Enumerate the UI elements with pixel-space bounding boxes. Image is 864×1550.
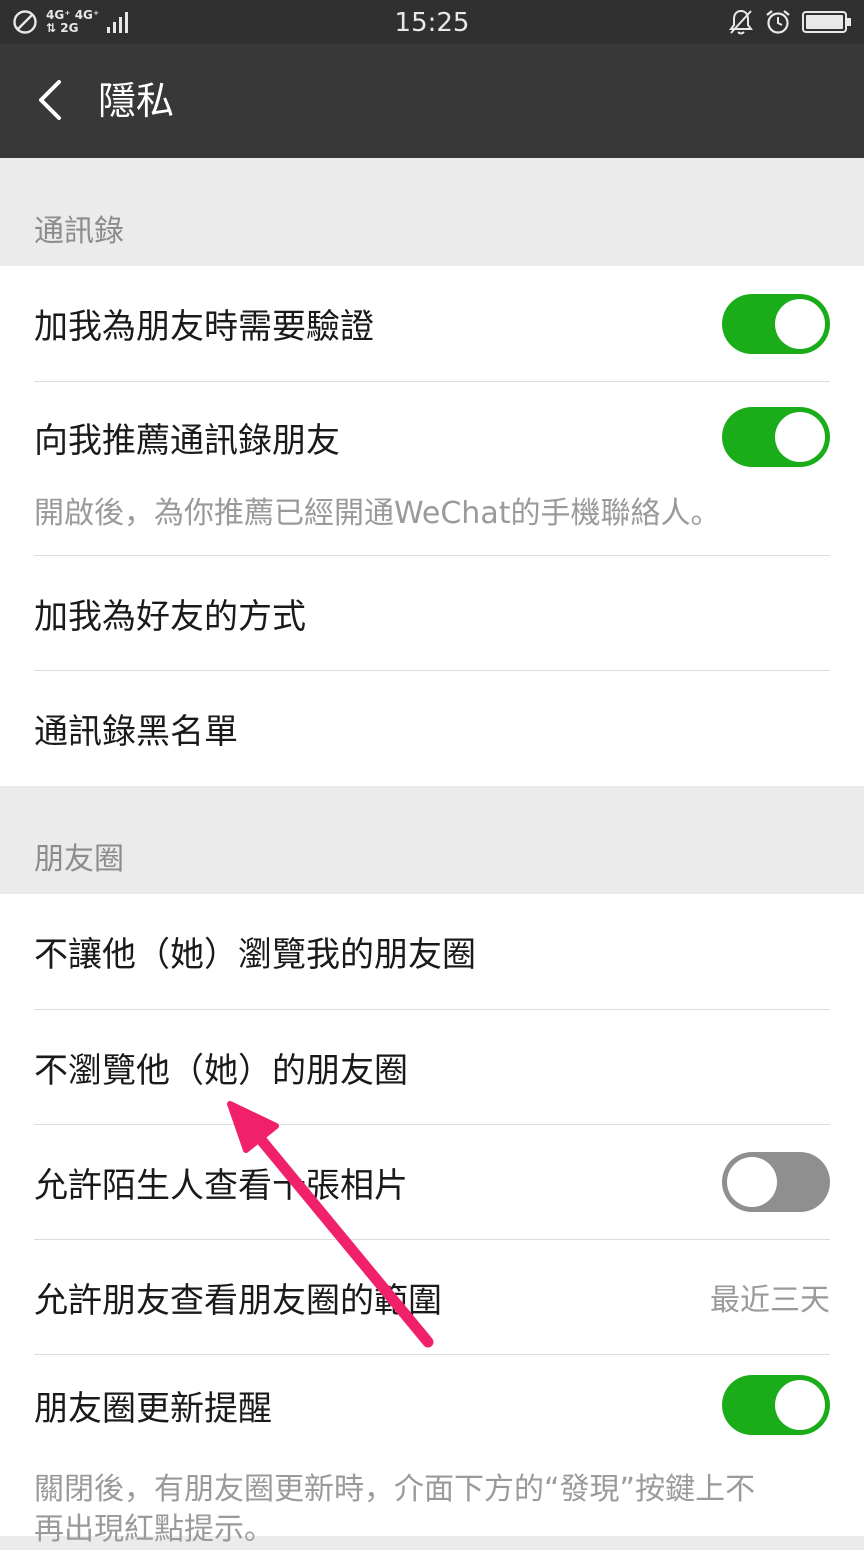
toggle-knob [775, 412, 825, 462]
recommend-contacts-toggle[interactable] [722, 407, 830, 467]
moments-visible-range-label: 允許朋友查看朋友圈的範圍 [34, 1280, 442, 1321]
status-right-icons [728, 6, 852, 38]
hide-their-moments-row[interactable]: 不瀏覽他（她）的朋友圈 [34, 1010, 830, 1124]
section-header-contacts: 通訊錄 [34, 214, 124, 249]
recommend-contacts-hint: 開啟後，為你推薦已經開通WeChat的手機聯絡人。 [34, 496, 721, 531]
alarm-clock-icon [766, 10, 790, 34]
require-verification-toggle[interactable] [722, 293, 830, 354]
add-me-methods-row[interactable]: 加我為好友的方式 [34, 556, 830, 670]
hide-my-moments-row[interactable]: 不讓他（她）瀏覽我的朋友圈 [34, 894, 830, 1009]
hide-my-moments-label: 不讓他（她）瀏覽我的朋友圈 [34, 935, 476, 975]
moments-visible-range-value: 最近三天 [710, 1283, 830, 1318]
moments-update-reminder-row[interactable]: 朋友圈更新提醒 [34, 1355, 830, 1455]
status-bar: 4G⁺ 4G⁺ ⇅ 2G 15:25 [0, 0, 864, 44]
stranger-ten-photos-toggle[interactable] [722, 1152, 830, 1212]
muted-bell-icon [729, 9, 753, 35]
add-me-methods-label: 加我為好友的方式 [34, 596, 306, 637]
page-title: 隱私 [98, 79, 175, 123]
moments-visible-range-row[interactable]: 允許朋友查看朋友圈的範圍 最近三天 [34, 1240, 830, 1354]
contacts-blacklist-row[interactable]: 通訊錄黑名單 [34, 671, 830, 786]
moments-update-hint-line2: 再出現紅點提示。 [34, 1512, 274, 1547]
moments-update-reminder-toggle[interactable] [722, 1375, 830, 1435]
require-verification-row[interactable]: 加我為朋友時需要驗證 [34, 266, 830, 381]
contacts-blacklist-label: 通訊錄黑名單 [34, 712, 238, 752]
contacts-settings-group: 加我為朋友時需要驗證 向我推薦通訊錄朋友 開啟後，為你推薦已經開通WeChat的… [0, 266, 864, 786]
back-button[interactable] [20, 70, 80, 130]
hide-their-moments-label: 不瀏覽他（她）的朋友圈 [34, 1050, 408, 1091]
stranger-ten-photos-label: 允許陌生人查看十張相片 [34, 1165, 408, 1206]
recommend-contacts-row[interactable]: 向我推薦通訊錄朋友 [34, 382, 830, 492]
moments-settings-group: 不讓他（她）瀏覽我的朋友圈 不瀏覽他（她）的朋友圈 允許陌生人查看十張相片 允許… [0, 894, 864, 1547]
section-header-moments: 朋友圈 [34, 842, 124, 877]
battery-icon [802, 11, 851, 33]
toggle-knob [775, 1380, 825, 1430]
toggle-knob [775, 298, 825, 349]
moments-update-reminder-label: 朋友圈更新提醒 [34, 1388, 272, 1429]
stranger-ten-photos-row[interactable]: 允許陌生人查看十張相片 [34, 1125, 830, 1239]
require-verification-label: 加我為朋友時需要驗證 [34, 307, 374, 347]
chevron-left-icon [39, 80, 61, 120]
toggle-knob [727, 1157, 777, 1207]
recommend-contacts-label: 向我推薦通訊錄朋友 [34, 420, 340, 461]
navigation-bar: 隱私 [0, 44, 864, 158]
moments-update-hint-line1: 關閉後，有朋友圈更新時，介面下方的“發現”按鍵上不 [34, 1472, 756, 1507]
